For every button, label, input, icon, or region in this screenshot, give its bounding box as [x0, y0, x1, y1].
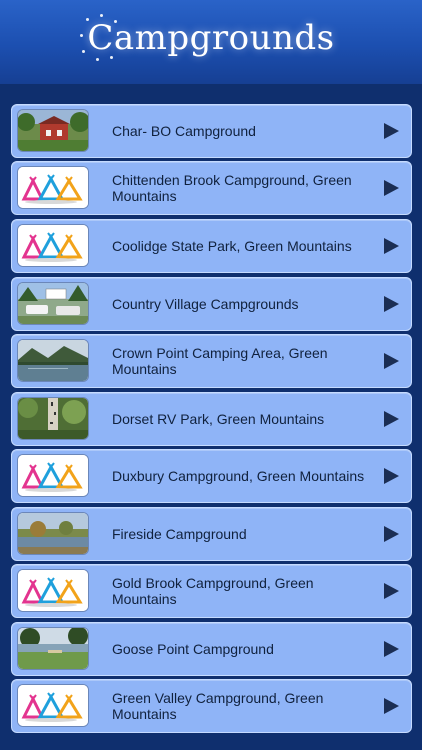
- list-item-label: Gold Brook Campground, Green Mountains: [112, 575, 314, 607]
- app-header: Campgrounds: [0, 0, 422, 84]
- list-item-label: Duxbury Campground, Green Mountains: [112, 468, 365, 484]
- list-item[interactable]: Char- BO Campground: [11, 104, 412, 158]
- tent-logo-icon: [18, 455, 88, 496]
- list-item-label: Green Valley Campground, Green Mountains: [112, 690, 324, 722]
- photo-rv-park-icon: [18, 283, 88, 324]
- photo-forest-icon: [18, 398, 88, 439]
- chevron-right-icon: [384, 411, 399, 427]
- list-item[interactable]: Gold Brook Campground, Green Mountains: [11, 564, 412, 618]
- list-item-label: Coolidge State Park, Green Mountains: [112, 238, 352, 254]
- chevron-right-icon: [384, 353, 399, 369]
- list-item-label: Dorset RV Park, Green Mountains: [112, 411, 325, 427]
- list-item[interactable]: Coolidge State Park, Green Mountains: [11, 219, 412, 273]
- list-item-label: Country Village Campgrounds: [112, 296, 299, 312]
- list-item[interactable]: Country Village Campgrounds: [11, 277, 412, 331]
- list-item-label: Char- BO Campground: [112, 123, 256, 139]
- tent-logo-icon: [18, 685, 88, 726]
- list-item-label: Crown Point Camping Area, Green Mountain…: [112, 345, 328, 377]
- chevron-right-icon: [384, 180, 399, 196]
- tent-logo-icon: [18, 225, 88, 266]
- list-item[interactable]: Green Valley Campground, Green Mountains: [11, 679, 412, 733]
- photo-lake-icon: [18, 340, 88, 381]
- list-item-label: Fireside Campground: [112, 526, 247, 542]
- chevron-right-icon: [384, 296, 399, 312]
- photo-red-house-icon: [18, 110, 88, 151]
- list-item[interactable]: Dorset RV Park, Green Mountains: [11, 392, 412, 446]
- tent-logo-icon: [18, 570, 88, 611]
- chevron-right-icon: [384, 123, 399, 139]
- list-item[interactable]: Duxbury Campground, Green Mountains: [11, 449, 412, 503]
- chevron-right-icon: [384, 583, 399, 599]
- list-item[interactable]: Crown Point Camping Area, Green Mountain…: [11, 334, 412, 388]
- list-item-label: Goose Point Campground: [112, 641, 274, 657]
- list-item[interactable]: Fireside Campground: [11, 507, 412, 561]
- chevron-right-icon: [384, 238, 399, 254]
- photo-riverside-icon: [18, 513, 88, 554]
- list-item[interactable]: Chittenden Brook Campground, Green Mount…: [11, 161, 412, 215]
- list-item-label: Chittenden Brook Campground, Green Mount…: [112, 172, 352, 204]
- chevron-right-icon: [384, 641, 399, 657]
- photo-lakeshore-icon: [18, 628, 88, 669]
- tent-logo-icon: [18, 167, 88, 208]
- chevron-right-icon: [384, 698, 399, 714]
- list-item[interactable]: Goose Point Campground: [11, 622, 412, 676]
- page-title: Campgrounds: [87, 18, 335, 58]
- chevron-right-icon: [384, 468, 399, 484]
- chevron-right-icon: [384, 526, 399, 542]
